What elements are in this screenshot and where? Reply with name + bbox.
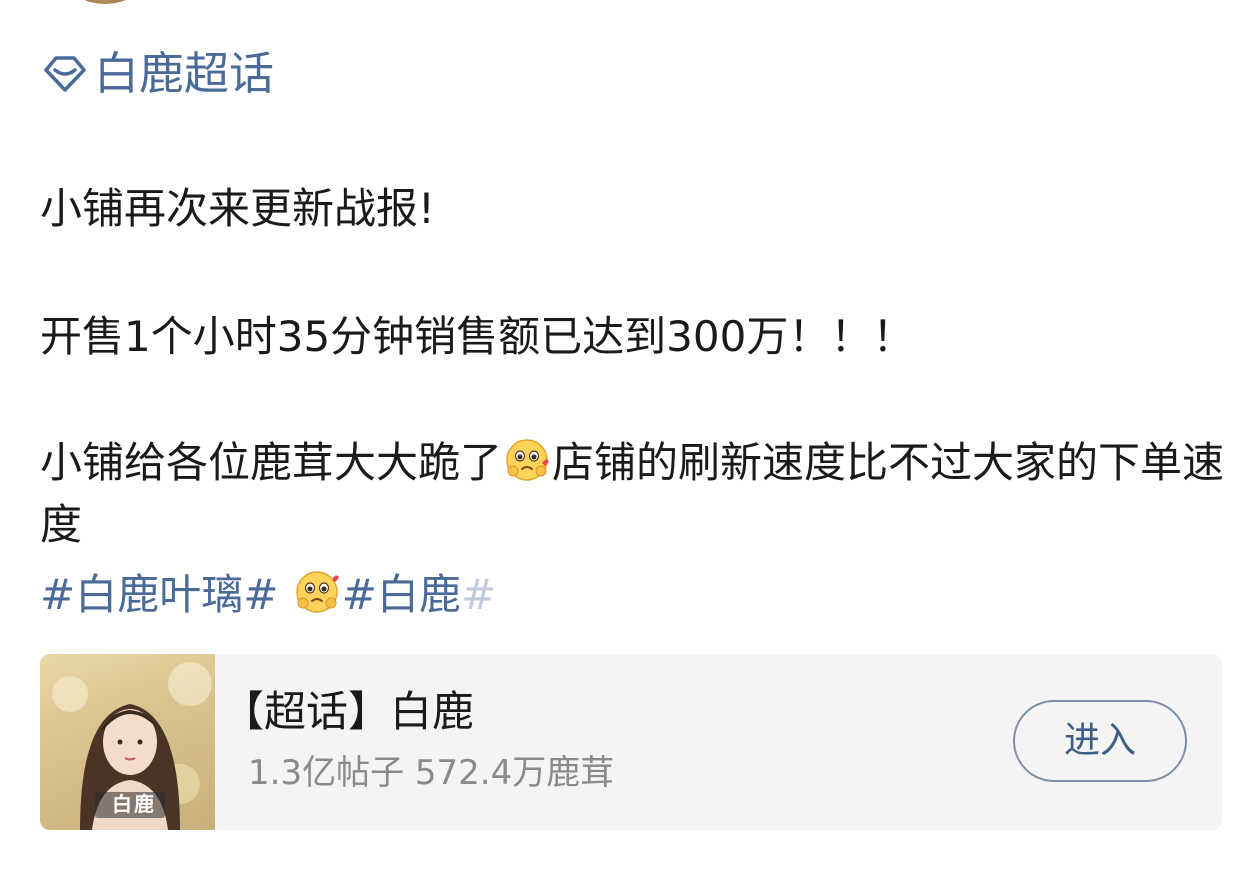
user-avatar[interactable]: [70, 0, 140, 4]
hashtag-white-deer-yeli[interactable]: #白鹿叶璃#: [40, 570, 278, 619]
hashtag-white-deer-end: #: [460, 570, 497, 619]
post-page: 白鹿超话 小铺再次来更新战报! 开售1个小时35分钟销售额已达到300万！！！ …: [0, 0, 1260, 871]
super-topic-label: 白鹿超话: [94, 47, 275, 100]
post-text-part-1: 小铺给各位鹿茸大大跪了: [40, 438, 503, 487]
super-topic-diamond-icon: [44, 56, 86, 92]
cover-name-text: 白鹿: [112, 792, 156, 816]
super-topic-stats: 1.3亿帖子 572.4万鹿茸: [248, 753, 615, 793]
post-text-line-1: 小铺再次来更新战报!: [40, 184, 435, 233]
super-topic-title: 【超话】白鹿: [222, 687, 475, 736]
pleading-face-emoji-icon: [506, 439, 549, 481]
hashtag-white-deer-text: #白鹿: [341, 570, 461, 619]
post-text-line-2: 开售1个小时35分钟销售额已达到300万！！！: [40, 312, 915, 361]
pleading-face-emoji-icon: [296, 571, 339, 613]
super-topic-cover-image: 白鹿: [40, 654, 215, 830]
hashtag-row: #白鹿叶璃# #白鹿#: [40, 564, 496, 626]
super-topic-link[interactable]: 白鹿超话: [42, 44, 274, 104]
enter-button[interactable]: 进入: [1013, 700, 1187, 782]
hashtag-white-deer[interactable]: #白鹿#: [342, 570, 496, 619]
post-text-paragraph-3: 小铺给各位鹿茸大大跪了 店铺的刷新速度比不过大家的下单速度: [40, 432, 1230, 556]
